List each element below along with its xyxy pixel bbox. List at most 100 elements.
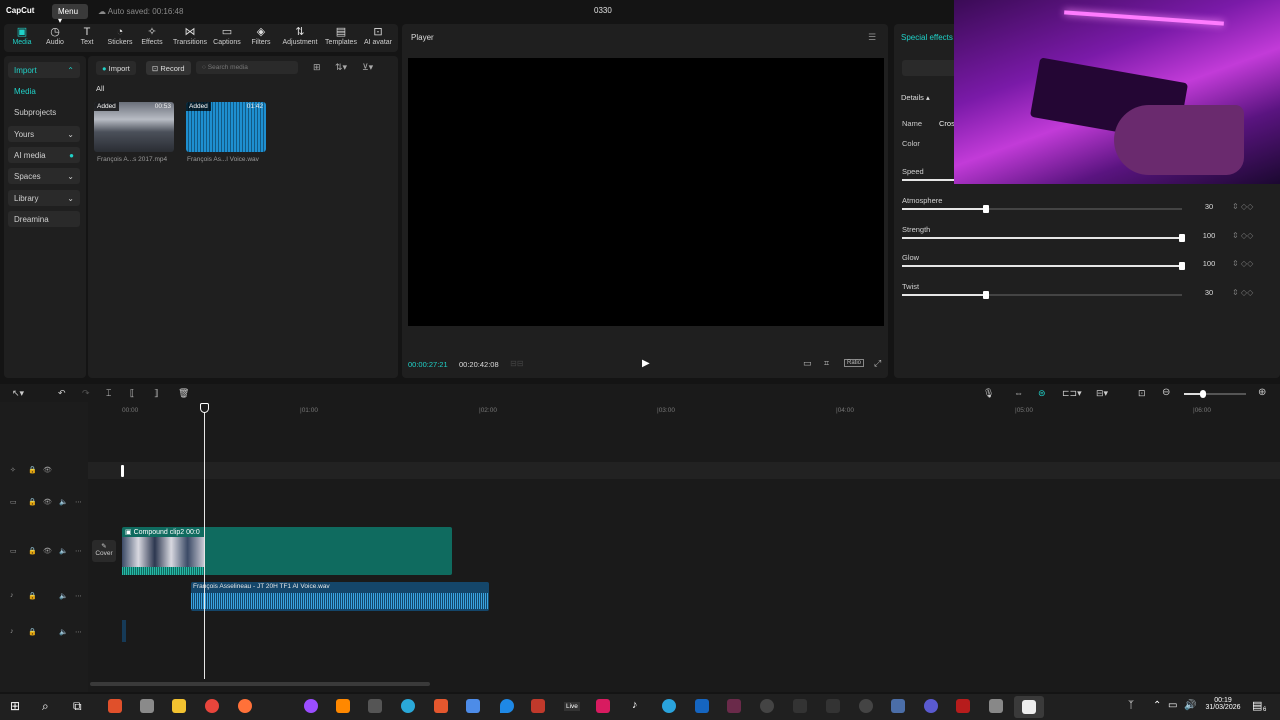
slider-track[interactable] [902,291,1182,299]
slider-value[interactable]: 30 [1192,202,1226,214]
snap-icon[interactable]: ⊏⊐▾ [1062,388,1082,399]
menu-button[interactable]: Menu ▾ [52,4,88,25]
eye-icon[interactable]: 👁 [43,466,52,474]
zoom-slider[interactable] [1184,390,1246,398]
record-button[interactable]: ⊡ Record [146,61,191,75]
tab-effects[interactable]: ✧ Effects [135,26,169,46]
slider-twist[interactable]: Twist 30 ⇕ ◇◇ [902,282,1272,308]
clock[interactable]: 00:19 31/03/2026 [1200,697,1246,711]
slider-atmosphere[interactable]: Atmosphere 30 ⇕ ◇◇ [902,196,1272,222]
app-icon[interactable] [989,699,1003,713]
vlc-icon[interactable] [336,699,350,713]
play-icon[interactable]: ▶ [642,358,650,369]
drop-icon[interactable] [500,699,514,713]
playhead-line[interactable] [204,409,205,679]
slider-track[interactable] [902,205,1182,213]
app-icon[interactable] [727,699,741,713]
lock-icon[interactable]: 🔒 [28,592,37,600]
speaker-icon[interactable]: 🔈 [59,628,68,636]
grid-view-icon[interactable]: ⊞ [313,62,321,73]
slider-knob[interactable] [1179,234,1185,242]
tab-stickers[interactable]: ◔ Stickers [103,26,137,46]
tab-ai-avatar[interactable]: ⊡ AI avatar [360,26,396,46]
zoom-knob[interactable] [1200,390,1206,398]
search-input[interactable]: ○ Search media [196,61,298,74]
chrome-icon[interactable] [205,699,219,713]
props-title[interactable]: Special effects [901,33,953,42]
sidebar-item-yours[interactable]: Yours ⌄ [8,126,80,142]
zoom-in-icon[interactable]: ⊕ [1258,387,1266,398]
subtitle-icon[interactable]: ⊡ [1138,388,1146,399]
firefox-icon[interactable] [238,699,252,713]
fullscreen-icon[interactable]: ⤢ [874,358,881,369]
redo-icon[interactable]: ↷ [82,388,90,399]
network-icon[interactable]: ▭ [1168,700,1177,711]
hamburger-menu-icon[interactable]: ☰ [868,32,876,43]
slider-value[interactable]: 100 [1192,259,1226,271]
stepper-keyframe-icon[interactable]: ⇕ ◇◇ [1232,259,1253,268]
app-icon[interactable] [826,699,840,713]
more-icon[interactable]: ⋯ [75,592,82,600]
media-item-audio[interactable]: Added 01:42 [186,102,266,152]
filter-icon[interactable]: ⊻▾ [362,62,373,73]
zoom-out-icon[interactable]: ⊖ [1162,387,1170,398]
speaker-icon[interactable]: 🔈 [59,547,68,555]
slider-strength[interactable]: Strength 100 ⇕ ◇◇ [902,225,1272,251]
stepper-keyframe-icon[interactable]: ⇕ ◇◇ [1232,202,1253,211]
sidebar-item-subprojects[interactable]: Subprojects [8,104,80,120]
live-app-icon[interactable]: Live [564,702,580,711]
stepper-keyframe-icon[interactable]: ⇕ ◇◇ [1232,231,1253,240]
project-title[interactable]: 0330 [594,6,612,15]
media-item-video[interactable]: Added 00:53 [94,102,174,152]
select-tool-icon[interactable]: ↖▾ [12,388,24,399]
tab-adjustment[interactable]: ⇅ Adjustment [280,26,320,46]
slider-glow[interactable]: Glow 100 ⇕ ◇◇ [902,253,1272,279]
magnet-icon[interactable]: ⊜ [1038,388,1046,399]
split-icon[interactable]: ⌶ [106,388,111,399]
app-icon[interactable] [531,699,545,713]
audio-clip[interactable]: François Asselineau - JT 20H TF1 AI Voic… [191,582,489,611]
cover-button[interactable]: ✎ Cover [92,540,116,562]
notification-icon[interactable]: ▤ [1252,699,1262,712]
brave-icon[interactable] [108,699,122,713]
app-icon[interactable] [140,699,154,713]
effects-track[interactable] [88,462,1280,479]
caption-toggle-icon[interactable]: ▭ [803,358,812,369]
obs-icon[interactable] [859,699,873,713]
slider-track[interactable] [902,262,1185,270]
task-view-icon[interactable]: ⧉ [73,699,82,714]
slider-knob[interactable] [983,291,989,299]
tab-audio[interactable]: ◷ Audio [38,26,72,46]
timecode-mode-icon[interactable]: ⊟⊟ [510,359,523,368]
eye-icon[interactable]: 👁 [43,547,52,555]
app-icon[interactable] [924,699,938,713]
slider-value[interactable]: 30 [1192,288,1226,300]
slider-knob[interactable] [983,205,989,213]
more-icon[interactable]: ⋯ [75,498,82,506]
sidebar-item-dreamina[interactable]: Dreamina [8,211,80,227]
app-icon[interactable] [891,699,905,713]
crop-icon[interactable]: ⌗ [824,358,829,369]
volume-icon[interactable]: 🔊 [1184,700,1196,711]
trim-right-icon[interactable]: ⟧ [154,388,158,399]
ratio-button[interactable]: Ratio [844,359,865,367]
eye-app-icon[interactable] [401,699,415,713]
app-icon[interactable] [956,699,970,713]
slider-knob[interactable] [1179,262,1185,270]
more-icon[interactable]: ⋯ [75,628,82,636]
tab-media[interactable]: ▣ Media [5,26,39,46]
eye-icon[interactable]: 👁 [43,498,52,506]
tab-captions[interactable]: ▭ Captions [210,26,244,46]
app-icon[interactable] [466,699,480,713]
windows-start-icon[interactable]: ⊞ [10,699,20,713]
app-icon[interactable] [596,699,610,713]
filter-all-label[interactable]: All [96,84,104,93]
delete-icon[interactable]: 🗑 [178,388,189,399]
sidebar-item-media[interactable]: Media [8,83,80,99]
speaker-icon[interactable]: 🔈 [59,498,68,506]
lock-icon[interactable]: 🔒 [28,628,37,636]
playhead-handle[interactable] [200,403,209,413]
tab-templates[interactable]: ▤ Templates [322,26,360,46]
preview-axis-icon[interactable]: ⊟▾ [1096,388,1108,399]
link-clips-icon[interactable]: ⇔ [1014,388,1023,398]
